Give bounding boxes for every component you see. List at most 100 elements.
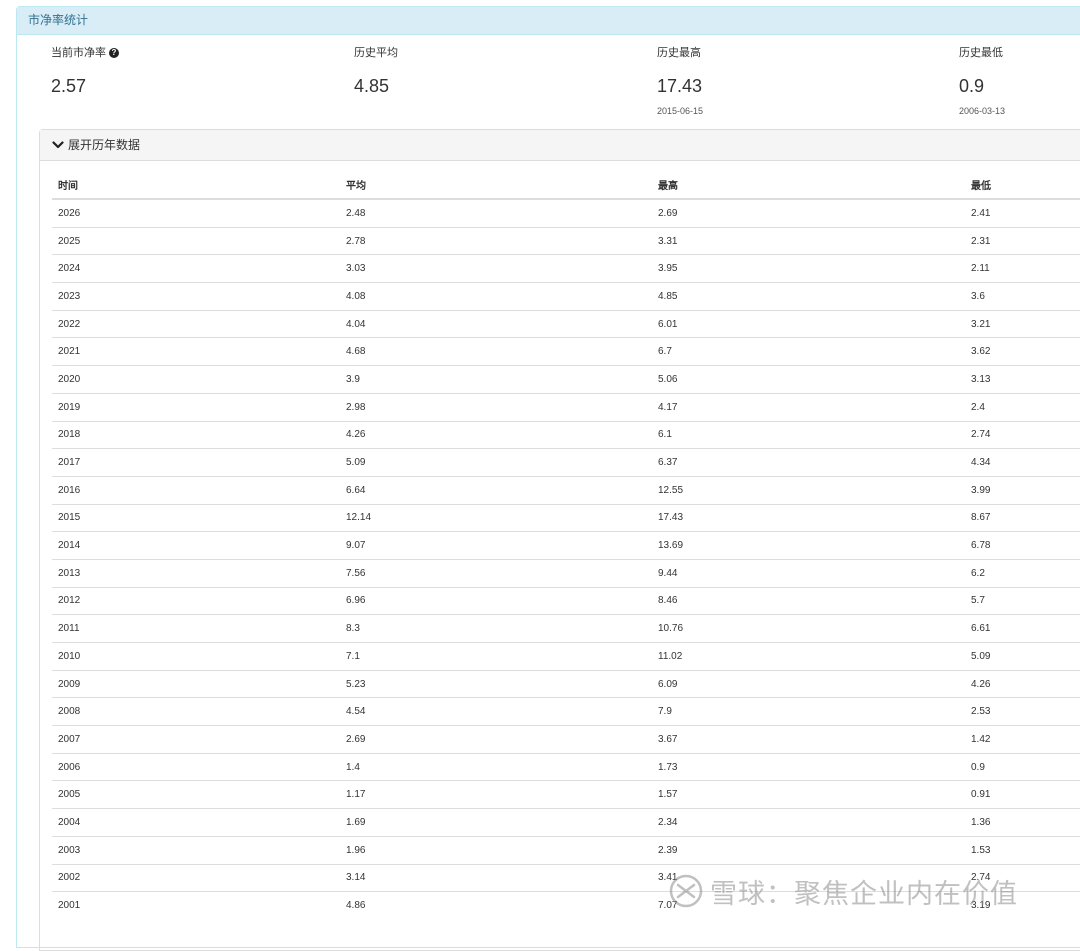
cell-average: 4.86 — [340, 891, 652, 919]
stat-date — [51, 105, 301, 117]
cell-min: 4.26 — [965, 669, 1080, 698]
stat-label: 历史最高 — [657, 47, 701, 59]
cell-average: 7.1 — [340, 642, 652, 671]
column-header-average: 平均 — [340, 170, 652, 200]
cell-average: 2.69 — [340, 725, 652, 754]
panel-title: 市净率统计 — [17, 7, 1080, 35]
cell-min: 3.62 — [965, 337, 1080, 366]
cell-max: 7.07 — [652, 891, 965, 919]
cell-average: 4.54 — [340, 697, 652, 726]
table-row: 2024 3.03 3.95 2.11 — [52, 254, 1080, 283]
cell-average: 3.03 — [340, 254, 652, 283]
cell-max: 8.46 — [652, 586, 965, 615]
table-row: 2016 6.64 12.55 3.99 — [52, 475, 1080, 505]
cell-min: 0.9 — [965, 752, 1080, 781]
table-row: 2007 2.69 3.67 1.42 — [52, 725, 1080, 754]
cell-average: 5.09 — [340, 448, 652, 477]
table-row: 2015 12.14 17.43 8.67 — [52, 503, 1080, 532]
cell-time: 2006 — [52, 752, 340, 781]
cell-min: 1.42 — [965, 725, 1080, 754]
cell-time: 2026 — [52, 198, 340, 228]
cell-average: 12.14 — [340, 503, 652, 532]
cell-min: 1.36 — [965, 808, 1080, 837]
table-row: 2002 3.14 3.41 2.74 — [52, 863, 1080, 892]
cell-average: 9.07 — [340, 531, 652, 560]
pb-stats-panel: 市净率统计 当前市净率 ? 2.57 历史平均 4.85 历史最高 17.43 … — [16, 6, 1080, 951]
cell-average: 4.68 — [340, 337, 652, 366]
cell-max: 4.85 — [652, 282, 965, 311]
cell-max: 3.95 — [652, 254, 965, 283]
cell-max: 11.02 — [652, 642, 965, 671]
cell-min: 8.67 — [965, 503, 1080, 532]
table-row: 2021 4.68 6.7 3.62 — [52, 337, 1080, 366]
cell-time: 2018 — [52, 420, 340, 449]
cell-min: 6.78 — [965, 531, 1080, 560]
cell-max: 13.69 — [652, 531, 965, 560]
stat-value: 17.43 — [657, 76, 703, 96]
stats-row: 当前市净率 ? 2.57 历史平均 4.85 历史最高 17.43 2015-0… — [17, 45, 1080, 125]
cell-max: 2.69 — [652, 198, 965, 228]
cell-min: 2.11 — [965, 254, 1080, 283]
table-row: 2014 9.07 13.69 6.78 — [52, 531, 1080, 560]
stat-value: 2.57 — [51, 76, 87, 96]
cell-min: 1.53 — [965, 835, 1080, 864]
cell-average: 4.04 — [340, 309, 652, 338]
cell-max: 2.39 — [652, 835, 965, 864]
stat-value: 0.9 — [959, 76, 985, 96]
cell-max: 6.7 — [652, 337, 965, 366]
history-table-body: 2026 2.48 2.69 2.41 2025 2.78 3.31 2.31 2024 3.03… — [52, 198, 1080, 919]
table-row: 2013 7.56 9.44 6.2 — [52, 558, 1080, 588]
cell-average: 4.26 — [340, 420, 652, 449]
cell-max: 12.55 — [652, 475, 965, 505]
table-row: 2026 2.48 2.69 2.41 — [52, 198, 1080, 228]
cell-min: 6.2 — [965, 558, 1080, 588]
table-row: 2022 4.04 6.01 3.21 — [52, 309, 1080, 338]
table-row: 2011 8.3 10.76 6.61 — [52, 614, 1080, 643]
cell-average: 6.96 — [340, 586, 652, 615]
table-row: 2006 1.4 1.73 0.9 — [52, 752, 1080, 781]
cell-max: 1.73 — [652, 752, 965, 781]
cell-average: 2.78 — [340, 226, 652, 255]
table-row: 2001 4.86 7.07 3.19 — [52, 891, 1080, 919]
table-row: 2004 1.69 2.34 1.36 — [52, 808, 1080, 837]
cell-average: 3.9 — [340, 365, 652, 394]
cell-time: 2012 — [52, 586, 340, 615]
cell-max: 6.01 — [652, 309, 965, 338]
cell-min: 3.13 — [965, 365, 1080, 394]
cell-time: 2015 — [52, 503, 340, 532]
stat-date: 2015-06-15 — [657, 106, 704, 116]
cell-average: 3.14 — [340, 863, 652, 892]
stat-date — [354, 105, 604, 117]
cell-average: 8.3 — [340, 614, 652, 643]
cell-time: 2010 — [52, 642, 340, 671]
cell-time: 2020 — [52, 365, 340, 394]
stat-date: 2006-03-13 — [959, 106, 1006, 116]
table-header-row: 时间 平均 最高 最低 — [52, 170, 1080, 200]
table-row: 2019 2.98 4.17 2.4 — [52, 392, 1080, 421]
cell-average: 1.69 — [340, 808, 652, 837]
history-toggle[interactable]: 展开历年数据 — [40, 130, 1080, 161]
cell-average: 5.23 — [340, 669, 652, 698]
cell-max: 2.34 — [652, 808, 965, 837]
cell-average: 1.17 — [340, 780, 652, 809]
cell-max: 6.37 — [652, 448, 965, 477]
cell-time: 2005 — [52, 780, 340, 809]
table-row: 2020 3.9 5.06 3.13 — [52, 365, 1080, 394]
cell-max: 10.76 — [652, 614, 965, 643]
table-row: 2023 4.08 4.85 3.6 — [52, 282, 1080, 311]
cell-time: 2025 — [52, 226, 340, 255]
column-header-time: 时间 — [52, 170, 340, 200]
cell-min: 3.21 — [965, 309, 1080, 338]
cell-time: 2001 — [52, 891, 340, 919]
cell-min: 0.91 — [965, 780, 1080, 809]
cell-average: 7.56 — [340, 558, 652, 588]
question-circle-icon[interactable]: ? — [109, 48, 119, 58]
cell-max: 6.09 — [652, 669, 965, 698]
cell-time: 2004 — [52, 808, 340, 837]
cell-time: 2007 — [52, 725, 340, 754]
stat-label: 当前市净率 — [51, 47, 106, 59]
cell-time: 2013 — [52, 558, 340, 588]
column-header-min: 最低 — [965, 170, 1080, 200]
cell-time: 2003 — [52, 835, 340, 864]
chevron-down-icon — [52, 141, 64, 149]
